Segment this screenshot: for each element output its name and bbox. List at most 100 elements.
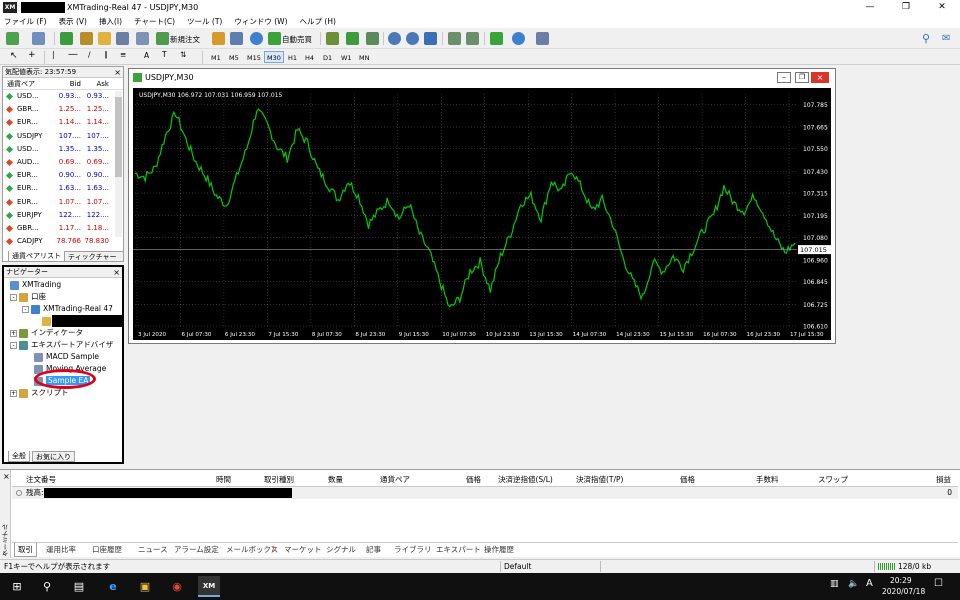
nav-scripts[interactable]: + スクリプト (10, 387, 69, 399)
clock-date[interactable]: 2020/07/18 (882, 587, 925, 596)
col-commission[interactable]: 手数料 (756, 473, 779, 487)
search-icon[interactable]: ⚲ (36, 576, 58, 597)
chart-close-button[interactable]: × (811, 72, 829, 83)
minimize-button[interactable]: — (852, 0, 888, 15)
line-chart-icon[interactable] (366, 32, 379, 45)
nav-account-server[interactable]: - XMTrading-Real 47 (22, 303, 113, 315)
timeframe-m1[interactable]: M1 (208, 51, 224, 63)
col-take-profit[interactable]: 決済指値(T/P) (576, 473, 623, 487)
expand-icon[interactable]: + (10, 329, 17, 337)
xm-terminal-icon[interactable]: XM (198, 576, 220, 597)
data-window-icon[interactable] (80, 32, 93, 45)
task-view-icon[interactable]: ▤ (68, 576, 90, 597)
col-quantity[interactable]: 数量 (328, 473, 343, 487)
tab-navigator-favorites[interactable]: お気に入り (32, 451, 75, 462)
col-symbol[interactable]: 通貨ペア (7, 78, 37, 90)
windows-start-icon[interactable]: ⊞ (6, 576, 28, 597)
auto-trade-icon[interactable] (268, 32, 281, 45)
list-item[interactable]: AUD... 0.69... 0.69... (3, 156, 123, 169)
tab-alerts[interactable]: アラーム設定 (174, 543, 219, 556)
list-item[interactable]: USD... 1.35... 1.35... (3, 143, 123, 156)
balance-row[interactable]: 残高: 0 (12, 487, 958, 499)
tab-experts[interactable]: エキスパート (436, 543, 481, 556)
clock-time[interactable]: 20:29 (890, 576, 912, 585)
list-item[interactable]: EURJPY 122.... 122.... (3, 209, 123, 222)
chart-minimize-button[interactable]: – (777, 72, 791, 83)
chat-icon[interactable]: ✉ (942, 32, 955, 45)
col-profit[interactable]: 損益 (936, 473, 951, 487)
col-ask[interactable]: Ask (83, 78, 110, 90)
vertical-line-icon[interactable]: | (52, 50, 55, 59)
menu-window[interactable]: ウィンドウ (W) (234, 16, 287, 27)
arrows-icon[interactable]: ⇅ (180, 50, 186, 59)
timeframe-mn[interactable]: MN (356, 51, 372, 63)
auto-trade-button[interactable]: 自動売買 (282, 34, 312, 45)
new-chart-icon[interactable] (6, 32, 19, 45)
list-item[interactable]: EUR... 1.14... 1.14... (3, 116, 123, 129)
channel-icon[interactable]: ∥ (104, 50, 108, 59)
price-chart[interactable]: 107.785 107.665 107.550 107.430 107.315 107.1… (133, 88, 831, 340)
tab-library[interactable]: ライブラリ (394, 543, 432, 556)
zoom-out-icon[interactable] (406, 32, 419, 45)
terminal-side-tab[interactable]: × ターミナル (0, 470, 11, 558)
col-time[interactable]: 時間 (216, 473, 231, 487)
list-item[interactable]: USD... 0.93... 0.93... (3, 90, 123, 103)
collapse-icon[interactable]: - (10, 341, 17, 349)
chart-shift-icon[interactable] (466, 32, 479, 45)
menu-view[interactable]: 表示 (V) (59, 16, 87, 27)
ime-indicator[interactable]: A (866, 578, 873, 589)
text-icon[interactable]: A (144, 51, 149, 60)
close-button[interactable]: ✕ (924, 0, 960, 15)
list-item[interactable]: USDJPY 107.... 107.... (3, 130, 123, 143)
metaeditor-icon[interactable] (212, 32, 225, 45)
expand-icon[interactable]: + (10, 389, 17, 397)
auto-scroll-icon[interactable] (448, 32, 461, 45)
list-item[interactable]: EUR... 1.07... 1.07... (3, 196, 123, 209)
fibonacci-icon[interactable]: ≡ (120, 50, 126, 59)
tab-signals[interactable]: シグナル (326, 543, 356, 556)
col-symbol[interactable]: 通貨ペア (380, 473, 410, 487)
col-stop-loss[interactable]: 決済逆指値(S/L) (498, 473, 553, 487)
list-item[interactable]: GBR... 1.25... 1.25... (3, 103, 123, 116)
tester-icon[interactable] (136, 32, 149, 45)
col-price-current[interactable]: 価格 (680, 473, 695, 487)
text-label-icon[interactable]: T (162, 50, 167, 59)
menu-chart[interactable]: チャート(C) (134, 16, 175, 27)
list-item[interactable]: EUR... 1.63... 1.63... (3, 182, 123, 195)
tab-articles[interactable]: 記事 (366, 543, 381, 556)
signals-icon[interactable] (250, 32, 263, 45)
timeframe-h4[interactable]: H4 (302, 51, 317, 63)
market-watch-icon[interactable] (60, 32, 73, 45)
volume-icon[interactable]: 🔈 (848, 579, 859, 589)
timeframe-d1[interactable]: D1 (320, 51, 335, 63)
nav-root[interactable]: XMTrading (10, 279, 61, 291)
templates-icon[interactable] (536, 32, 549, 45)
col-order[interactable]: 注文番号 (26, 473, 56, 487)
profiles-icon[interactable] (32, 32, 45, 45)
scrollbar-thumb[interactable] (115, 97, 122, 177)
nav-ea-macd[interactable]: MACD Sample (34, 351, 99, 363)
tab-tick-chart[interactable]: ティックチャート (64, 251, 124, 272)
chart-restore-button[interactable]: ❐ (795, 72, 809, 83)
close-icon[interactable]: × (113, 267, 120, 278)
col-type[interactable]: 取引種別 (264, 473, 294, 487)
list-item[interactable]: CADJPY 78.766 78.830 (3, 235, 123, 248)
close-icon[interactable]: × (3, 472, 10, 481)
cursor-icon[interactable]: ↖ (10, 51, 18, 61)
community-icon[interactable] (230, 32, 243, 45)
close-icon[interactable]: × (114, 67, 121, 78)
new-order-icon[interactable] (156, 32, 169, 45)
collapse-icon[interactable]: - (22, 305, 29, 313)
navigator-icon[interactable] (98, 32, 111, 45)
timeframe-m30[interactable]: M30 (264, 51, 284, 63)
menu-tools[interactable]: ツール (T) (187, 16, 222, 27)
edge-icon[interactable]: e (102, 576, 124, 597)
nav-indicators[interactable]: + インディケータ (10, 327, 83, 339)
collapse-icon[interactable]: - (10, 293, 17, 301)
terminal-icon[interactable] (116, 32, 129, 45)
tab-navigator-all[interactable]: 全般 (8, 451, 30, 462)
list-item[interactable]: EUR... 0.90... 0.90... (3, 169, 123, 182)
timeframe-h1[interactable]: H1 (285, 51, 300, 63)
zoom-in-icon[interactable] (388, 32, 401, 45)
new-order-button[interactable]: 新規注文 (170, 34, 200, 45)
